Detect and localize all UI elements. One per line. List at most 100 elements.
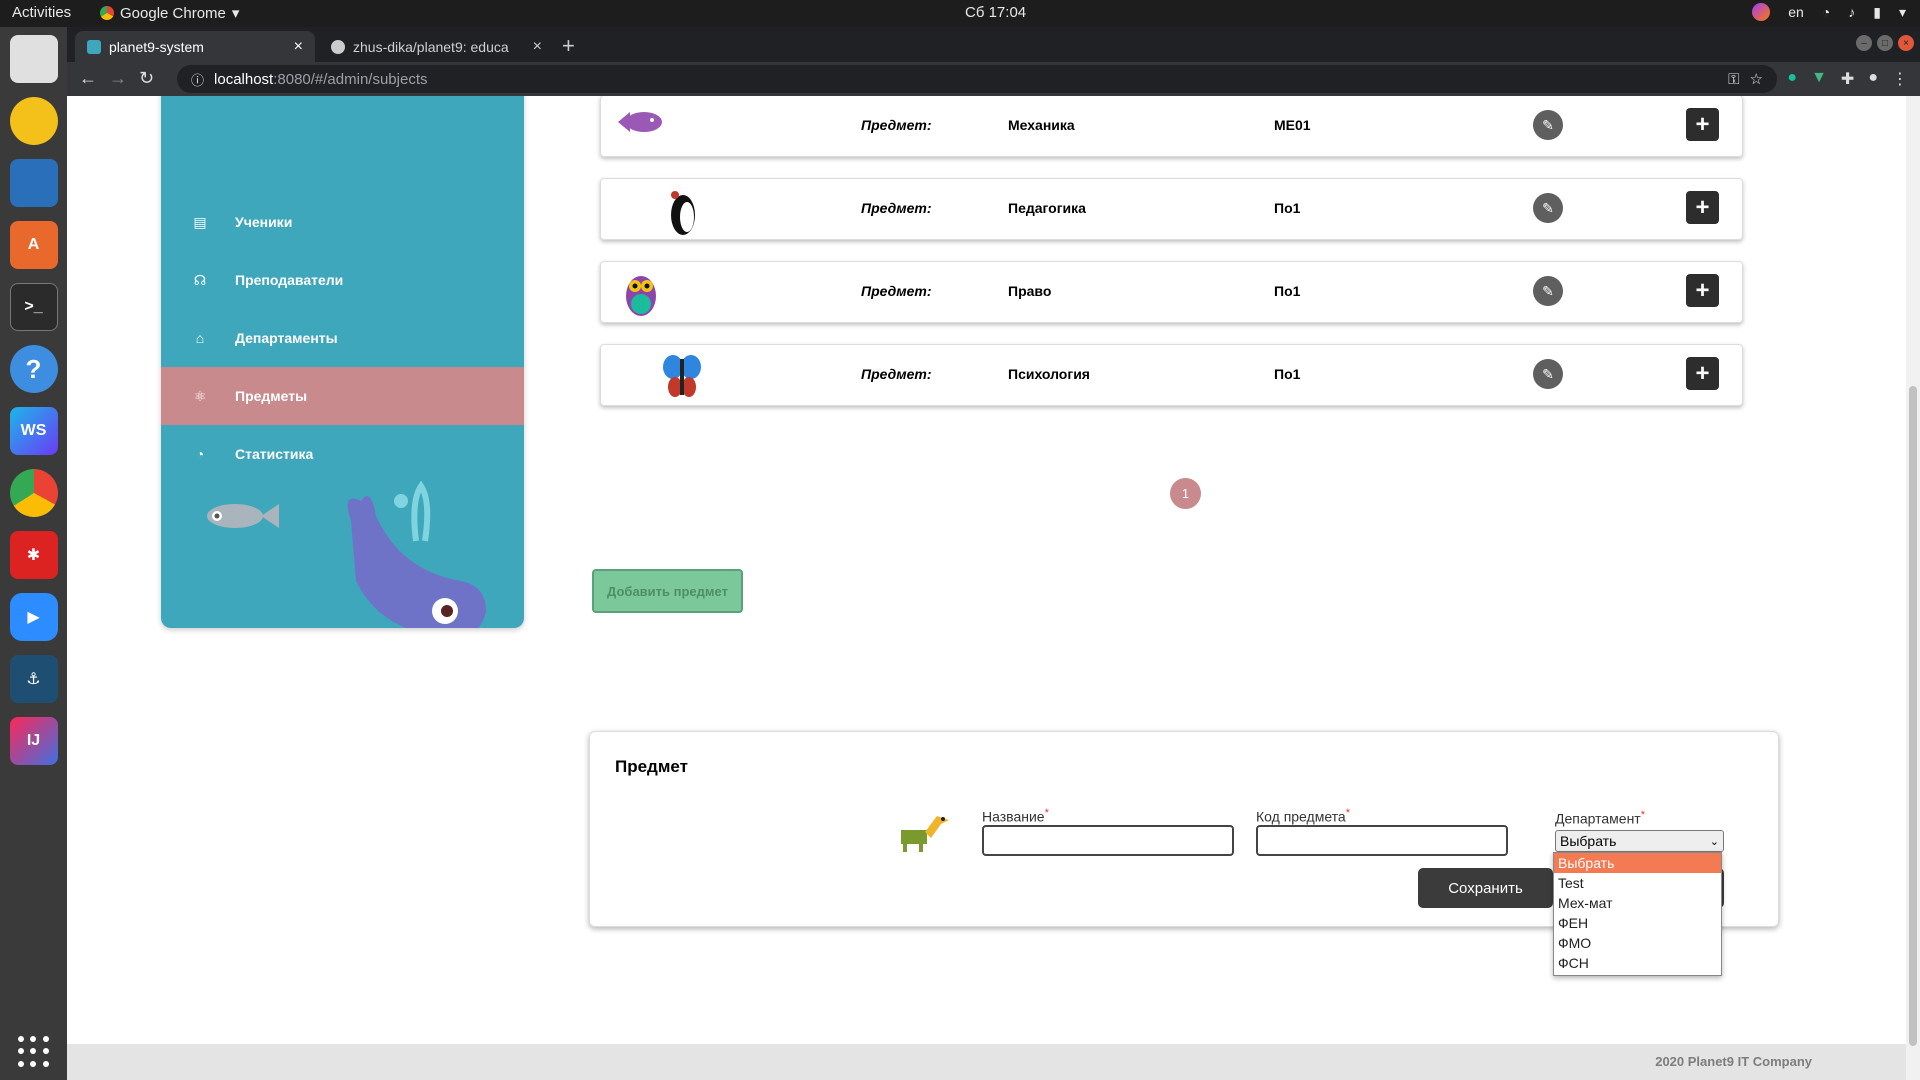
sidebar-item-label: Предметы bbox=[235, 388, 308, 404]
edit-button[interactable]: ✎ bbox=[1533, 359, 1563, 389]
pie-chart-icon: ◔ bbox=[195, 446, 205, 462]
tab-title: zhus-dika/planet9: educa bbox=[353, 38, 509, 55]
name-label: Название* bbox=[982, 807, 1049, 825]
add-subject-button[interactable]: Добавить предмет bbox=[592, 569, 743, 613]
fish-decoration-icon bbox=[207, 504, 279, 528]
menu-icon[interactable]: ⋮ bbox=[1892, 69, 1908, 89]
name-label-text: Название bbox=[982, 808, 1045, 825]
wifi-icon[interactable]: ◔ bbox=[1822, 4, 1830, 20]
name-input[interactable] bbox=[982, 825, 1234, 856]
address-bar[interactable]: ⓘ localhost:8080/#/admin/subjects ⚿ ☆ bbox=[177, 65, 1777, 93]
department-select[interactable]: Выбрать ⌄ bbox=[1555, 830, 1724, 852]
page-scrollbar[interactable] bbox=[1906, 96, 1920, 1080]
url-host: localhost bbox=[214, 70, 274, 88]
dock: A >_ ? WS ✱ ▶ ⚓ IJ bbox=[0, 27, 67, 1080]
sidebar-item-students[interactable]: ▤ Ученики bbox=[161, 193, 524, 251]
system-tray: en ◔ ♪ ▮ ▾ bbox=[1752, 3, 1906, 21]
key-icon[interactable]: ⚿ bbox=[1728, 71, 1739, 88]
terminal-icon[interactable]: >_ bbox=[9, 283, 58, 331]
subject-card: Предмет: Педагогика По1 ✎ + bbox=[600, 178, 1743, 240]
reload-icon[interactable]: ↻ bbox=[139, 68, 154, 89]
forward-icon[interactable]: → bbox=[109, 68, 127, 89]
close-icon[interactable]: × bbox=[533, 38, 542, 56]
sidebar-item-teachers[interactable]: ☊ Преподаватели bbox=[161, 251, 524, 309]
save-button[interactable]: Сохранить bbox=[1418, 868, 1553, 908]
grammarly-icon[interactable]: ● bbox=[1787, 69, 1797, 89]
help-icon[interactable]: ? bbox=[9, 345, 58, 393]
close-window-icon[interactable]: × bbox=[1898, 35, 1914, 51]
mysql-workbench-icon[interactable]: ⚓ bbox=[9, 655, 58, 703]
page-footer: 2020 Planet9 IT Company bbox=[67, 1044, 1906, 1080]
writer-icon[interactable] bbox=[9, 159, 58, 207]
vue-devtools-icon[interactable]: ▼ bbox=[1811, 69, 1827, 89]
edit-button[interactable]: ✎ bbox=[1533, 110, 1563, 140]
sidebar-item-departments[interactable]: ⌂ Департаменты bbox=[161, 309, 524, 367]
app-menu[interactable]: Google Chrome ▾ bbox=[100, 4, 239, 22]
department-label: Департамент* bbox=[1555, 809, 1645, 827]
profile-icon[interactable]: ● bbox=[1868, 69, 1878, 89]
bookmark-star-icon[interactable]: ☆ bbox=[1750, 70, 1763, 88]
sidebar-item-subjects[interactable]: ⚛ Предметы bbox=[161, 367, 524, 425]
new-tab-icon[interactable]: + bbox=[562, 33, 575, 59]
add-button[interactable]: + bbox=[1686, 108, 1719, 141]
pagination-page[interactable]: 1 bbox=[1170, 478, 1201, 509]
maximize-icon[interactable]: □ bbox=[1877, 35, 1893, 51]
pencil-icon: ✎ bbox=[1542, 116, 1554, 133]
minimize-icon[interactable]: – bbox=[1856, 35, 1872, 51]
intellij-icon[interactable]: IJ bbox=[9, 717, 58, 765]
dropdown-option[interactable]: ФЕН bbox=[1554, 913, 1721, 933]
info-icon[interactable]: ⓘ bbox=[191, 70, 204, 89]
subject-name: Механика bbox=[1008, 117, 1075, 133]
show-applications-icon[interactable] bbox=[18, 1036, 50, 1068]
add-button[interactable]: + bbox=[1686, 357, 1719, 390]
required-mark: * bbox=[1345, 807, 1350, 819]
zoom-icon[interactable]: ▶ bbox=[9, 593, 58, 641]
dropdown-option[interactable]: ФСН bbox=[1554, 953, 1721, 973]
subject-code: По1 bbox=[1274, 283, 1301, 299]
pencil-icon: ✎ bbox=[1542, 365, 1554, 382]
plus-icon: + bbox=[1695, 193, 1710, 221]
wolfram-icon[interactable]: ✱ bbox=[9, 531, 58, 579]
activities-button[interactable]: Activities bbox=[12, 4, 71, 21]
chevron-down-icon[interactable]: ▾ bbox=[1899, 4, 1906, 21]
pencil-icon: ✎ bbox=[1542, 282, 1554, 299]
subject-code: ME01 bbox=[1274, 117, 1311, 133]
dropdown-option[interactable]: Выбрать bbox=[1554, 853, 1721, 873]
tab-planet9-system[interactable]: planet9-system × bbox=[75, 31, 315, 62]
language-indicator[interactable]: en bbox=[1788, 4, 1804, 20]
pencil-icon: ✎ bbox=[1542, 199, 1554, 216]
subject-code: По1 bbox=[1274, 366, 1301, 382]
volume-icon[interactable]: ♪ bbox=[1848, 4, 1855, 20]
github-icon bbox=[331, 39, 345, 54]
files-icon[interactable] bbox=[9, 35, 58, 83]
add-button[interactable]: + bbox=[1686, 191, 1719, 224]
app-indicator-icon[interactable] bbox=[1752, 3, 1771, 21]
software-center-icon[interactable]: A bbox=[9, 221, 58, 269]
close-icon[interactable]: × bbox=[294, 38, 303, 56]
code-input[interactable] bbox=[1256, 825, 1508, 856]
department-dropdown: Выбрать Test Мех-мат ФЕН ФМО ФСН bbox=[1553, 852, 1722, 976]
subject-label: Предмет: bbox=[861, 117, 932, 133]
chrome-dock-icon[interactable] bbox=[9, 469, 58, 517]
plus-icon: + bbox=[1695, 110, 1710, 138]
extensions-icon[interactable]: ✚ bbox=[1841, 69, 1854, 89]
whale-decoration-icon bbox=[347, 481, 486, 628]
dropdown-option[interactable]: Мех-мат bbox=[1554, 893, 1721, 913]
footer-text: 2020 Planet9 IT Company bbox=[1655, 1054, 1812, 1069]
edit-button[interactable]: ✎ bbox=[1533, 193, 1563, 223]
sidebar-item-label: Ученики bbox=[235, 214, 293, 230]
tab-github[interactable]: zhus-dika/planet9: educa × bbox=[319, 31, 554, 62]
rhythmbox-icon[interactable] bbox=[9, 97, 58, 145]
battery-icon[interactable]: ▮ bbox=[1873, 4, 1881, 21]
sidebar-item-label: Преподаватели bbox=[235, 272, 344, 288]
dropdown-option[interactable]: Test bbox=[1554, 873, 1721, 893]
dropdown-option[interactable]: ФМО bbox=[1554, 933, 1721, 953]
clock[interactable]: Сб 17:04 bbox=[965, 4, 1026, 21]
sidebar-item-label: Департаменты bbox=[235, 330, 338, 346]
scrollbar-thumb[interactable] bbox=[1909, 386, 1917, 1046]
add-button[interactable]: + bbox=[1686, 274, 1719, 307]
back-icon[interactable]: ← bbox=[79, 68, 97, 89]
sidebar-item-statistics[interactable]: ◔ Статистика bbox=[161, 425, 524, 483]
webstorm-icon[interactable]: WS bbox=[9, 407, 58, 455]
edit-button[interactable]: ✎ bbox=[1533, 276, 1563, 306]
